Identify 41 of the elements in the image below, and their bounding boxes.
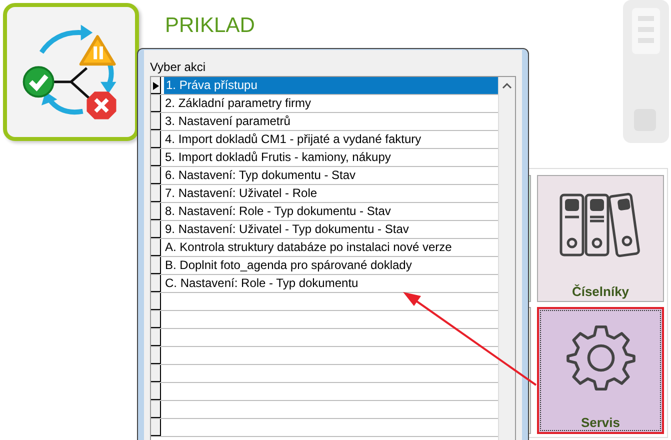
row-selector[interactable] bbox=[151, 77, 161, 94]
list-item[interactable]: 3. Nastavení parametrů bbox=[161, 113, 498, 130]
row-selector[interactable] bbox=[151, 419, 161, 436]
row-selector[interactable] bbox=[151, 131, 161, 148]
list-item[interactable]: 5. Import dokladů Frutis - kamiony, nákupy bbox=[161, 149, 498, 166]
scroll-up-icon[interactable] bbox=[502, 83, 512, 89]
row-selector[interactable] bbox=[151, 149, 161, 166]
row-selector[interactable] bbox=[151, 401, 161, 418]
row-selector[interactable] bbox=[151, 347, 161, 364]
list-item[interactable]: C. Nastavení: Role - Typ dokumentu bbox=[161, 275, 498, 292]
row-selector[interactable] bbox=[151, 239, 161, 256]
row-selector[interactable] bbox=[151, 275, 161, 292]
row-selector[interactable] bbox=[151, 365, 161, 382]
list-item[interactable]: 1. Práva přístupu bbox=[161, 77, 498, 94]
row-selector[interactable] bbox=[151, 383, 161, 400]
row-selector[interactable] bbox=[151, 293, 161, 310]
row-selector[interactable] bbox=[151, 257, 161, 274]
row-selector[interactable] bbox=[151, 167, 161, 184]
app-title: PRIKLAD bbox=[165, 14, 255, 38]
list-item[interactable]: A. Kontrola struktury databáze po instalaci nové verze bbox=[161, 239, 498, 256]
list-item[interactable]: 6. Nastavení: Typ dokumentu - Stav bbox=[161, 167, 498, 184]
row-selector[interactable] bbox=[151, 95, 161, 112]
dialog-label: Vyber akci bbox=[150, 60, 207, 76]
logo-tile[interactable] bbox=[3, 3, 139, 141]
list-item[interactable]: 8. Nastavení: Role - Typ dokumentu - Stav bbox=[161, 203, 498, 220]
list-item[interactable]: B. Doplnit foto_agenda pro spárované doklady bbox=[161, 257, 498, 274]
row-selector[interactable] bbox=[151, 311, 161, 328]
row-pointer-icon bbox=[153, 82, 159, 90]
row-selector[interactable] bbox=[151, 329, 161, 346]
scrollbar[interactable] bbox=[498, 77, 515, 440]
row-selector[interactable] bbox=[151, 203, 161, 220]
list-item[interactable]: 9. Nastavení: Uživatel - Typ dokumentu - Stav bbox=[161, 221, 498, 238]
tile[interactable]: Servis bbox=[537, 307, 664, 434]
row-selector[interactable] bbox=[151, 113, 161, 130]
tile[interactable]: Číselníky bbox=[537, 175, 664, 302]
list-item[interactable]: 4. Import dokladů CM1 - přijaté a vydané faktury bbox=[161, 131, 498, 148]
list-item[interactable]: 7. Nastavení: Uživatel - Role bbox=[161, 185, 498, 202]
row-selector[interactable] bbox=[151, 185, 161, 202]
list-item[interactable]: 2. Základní parametry firmy bbox=[161, 95, 498, 112]
row-selector[interactable] bbox=[151, 221, 161, 238]
binders-icon bbox=[558, 192, 642, 258]
